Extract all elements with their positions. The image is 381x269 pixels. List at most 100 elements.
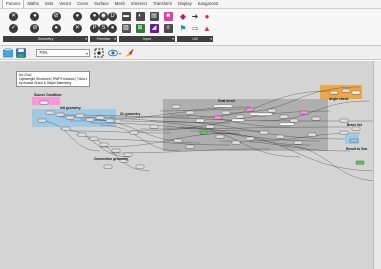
node-component-21[interactable] bbox=[213, 115, 223, 120]
node-component-17[interactable] bbox=[171, 104, 181, 109]
circle-slash-icon[interactable]: ⊘ bbox=[30, 24, 40, 33]
node-component-23[interactable] bbox=[235, 114, 245, 119]
ribbon-group-label[interactable]: Primitive bbox=[90, 36, 117, 42]
circle-slash-icon[interactable]: ⊘ bbox=[51, 12, 61, 21]
node-component-0[interactable] bbox=[39, 100, 49, 105]
circle-node-icon[interactable]: ● bbox=[30, 12, 40, 21]
menu-tab-params[interactable]: Params bbox=[2, 0, 25, 8]
menu-tab-mesh[interactable]: Mesh bbox=[112, 0, 128, 8]
gradient-icon[interactable]: ▨ bbox=[121, 24, 131, 33]
node-component-38[interactable] bbox=[307, 132, 317, 137]
ribbon-group-label[interactable]: Geometry bbox=[3, 36, 88, 42]
circle-data-icon[interactable]: ◉ bbox=[99, 12, 108, 21]
circle-check-icon[interactable]: ✓ bbox=[9, 24, 19, 33]
node-component-43[interactable] bbox=[351, 90, 361, 95]
node-component-29[interactable] bbox=[299, 110, 309, 115]
node-component-26[interactable] bbox=[267, 108, 277, 113]
node-panel-1[interactable] bbox=[249, 112, 273, 116]
node-component-42[interactable] bbox=[341, 88, 351, 93]
node-component-4[interactable] bbox=[75, 113, 85, 118]
node-component-46[interactable] bbox=[339, 130, 349, 135]
node-component-20[interactable] bbox=[205, 124, 215, 129]
node-panel-0[interactable] bbox=[213, 104, 233, 108]
node-component-44[interactable] bbox=[339, 118, 349, 123]
save-file-icon[interactable] bbox=[16, 48, 26, 58]
preview-dropdown-arrow-icon[interactable]: ▾ bbox=[119, 51, 121, 56]
node-component-15[interactable] bbox=[129, 130, 139, 135]
menu-tab-sets[interactable]: Sets bbox=[42, 0, 56, 8]
node-component-6[interactable] bbox=[95, 115, 105, 120]
node-component-7[interactable] bbox=[105, 118, 115, 123]
node-panel-2[interactable] bbox=[279, 122, 295, 126]
node-component-11[interactable] bbox=[89, 136, 99, 141]
node-component-3[interactable] bbox=[65, 115, 75, 120]
node-component-40[interactable] bbox=[185, 144, 195, 149]
node-component-19[interactable] bbox=[195, 118, 205, 123]
node-component-13[interactable] bbox=[111, 148, 121, 153]
node-component-34[interactable] bbox=[245, 136, 255, 141]
menu-tab-transform[interactable]: Transform bbox=[150, 0, 175, 8]
graph-icon[interactable]: ◢ bbox=[149, 24, 159, 33]
menu-tab-vector[interactable]: Vector bbox=[56, 0, 74, 8]
node-component-37[interactable] bbox=[293, 140, 303, 145]
node-component-16[interactable] bbox=[149, 124, 159, 129]
ribbon-group-label[interactable]: Input bbox=[119, 36, 175, 42]
open-file-icon[interactable] bbox=[3, 48, 13, 58]
warning-icon[interactable]: ▲ bbox=[203, 24, 212, 33]
node-component-22[interactable] bbox=[221, 110, 231, 115]
node-panel-3[interactable] bbox=[231, 118, 245, 122]
node-component-41[interactable] bbox=[329, 90, 339, 95]
menu-tab-intersect[interactable]: Intersect bbox=[128, 0, 150, 8]
node-component-12[interactable] bbox=[99, 142, 109, 147]
slider-icon[interactable]: ▬ bbox=[121, 12, 131, 21]
node-component-18[interactable] bbox=[185, 110, 195, 115]
node-component-24[interactable] bbox=[245, 107, 255, 112]
node-component-5[interactable] bbox=[85, 117, 95, 122]
flag-icon[interactable]: ⚑ bbox=[179, 24, 188, 33]
menu-tab-kangaroo2[interactable]: Kangaroo2 bbox=[195, 0, 222, 8]
menu-tab-display[interactable]: Display bbox=[175, 0, 195, 8]
circle-node-icon[interactable]: ● bbox=[51, 24, 61, 33]
node-component-50[interactable] bbox=[135, 164, 145, 169]
circle-s-icon[interactable]: S bbox=[99, 24, 108, 33]
node-component-1[interactable] bbox=[45, 110, 55, 115]
arrow-outline-icon[interactable]: ⇨ bbox=[191, 24, 200, 33]
circle-p-icon[interactable]: P bbox=[90, 24, 99, 33]
node-component-2[interactable] bbox=[55, 112, 65, 117]
node-component-48[interactable] bbox=[355, 160, 365, 165]
node-component-36[interactable] bbox=[275, 134, 285, 139]
circle-node-icon[interactable]: ● bbox=[108, 24, 117, 33]
swatch-icon[interactable]: ■ bbox=[163, 12, 173, 21]
node-component-14[interactable] bbox=[123, 152, 133, 157]
arrow-right-icon[interactable]: ➜ bbox=[191, 12, 200, 21]
menu-tab-maths[interactable]: Maths bbox=[24, 0, 41, 8]
zoom-extents-icon[interactable] bbox=[94, 48, 104, 58]
sketch-brush-icon[interactable] bbox=[124, 48, 134, 58]
node-component-33[interactable] bbox=[231, 140, 241, 145]
node-component-45[interactable] bbox=[351, 126, 361, 131]
circle-x-icon[interactable]: ✕ bbox=[72, 24, 82, 33]
circle-node-icon[interactable]: ● bbox=[72, 12, 82, 21]
node-component-47[interactable] bbox=[349, 138, 359, 143]
param-icon[interactable]: ⊞ bbox=[135, 24, 145, 33]
node-component-8[interactable] bbox=[37, 118, 47, 123]
node-component-31[interactable] bbox=[199, 130, 209, 135]
cherry-icon[interactable]: ● bbox=[203, 12, 212, 21]
node-component-28[interactable] bbox=[289, 118, 299, 123]
node-component-9[interactable] bbox=[61, 126, 71, 131]
value-list-icon[interactable]: ≡ bbox=[163, 24, 173, 33]
ribbon-group-label[interactable]: Util bbox=[177, 36, 213, 42]
zoom-level-field[interactable]: 70% bbox=[36, 49, 90, 57]
node-component-39[interactable] bbox=[173, 138, 183, 143]
circle-node-icon[interactable]: ● bbox=[90, 12, 99, 21]
toggle-icon[interactable]: ◐ bbox=[135, 12, 145, 21]
info-panel[interactable]: Ivo Cha1 Lightweight Structures | RWP3 K… bbox=[16, 71, 90, 87]
node-component-35[interactable] bbox=[259, 130, 269, 135]
node-component-51[interactable] bbox=[103, 164, 113, 169]
node-component-30[interactable] bbox=[311, 116, 321, 121]
preview-eye-icon[interactable] bbox=[108, 48, 118, 58]
menu-tab-surface[interactable]: Surface bbox=[91, 0, 111, 8]
graph-canvas[interactable]: Ivo Cha1 Lightweight Structures | RWP3 K… bbox=[0, 61, 381, 269]
node-component-32[interactable] bbox=[215, 134, 225, 139]
zoom-dropdown-arrow-icon[interactable]: ▾ bbox=[86, 51, 88, 56]
